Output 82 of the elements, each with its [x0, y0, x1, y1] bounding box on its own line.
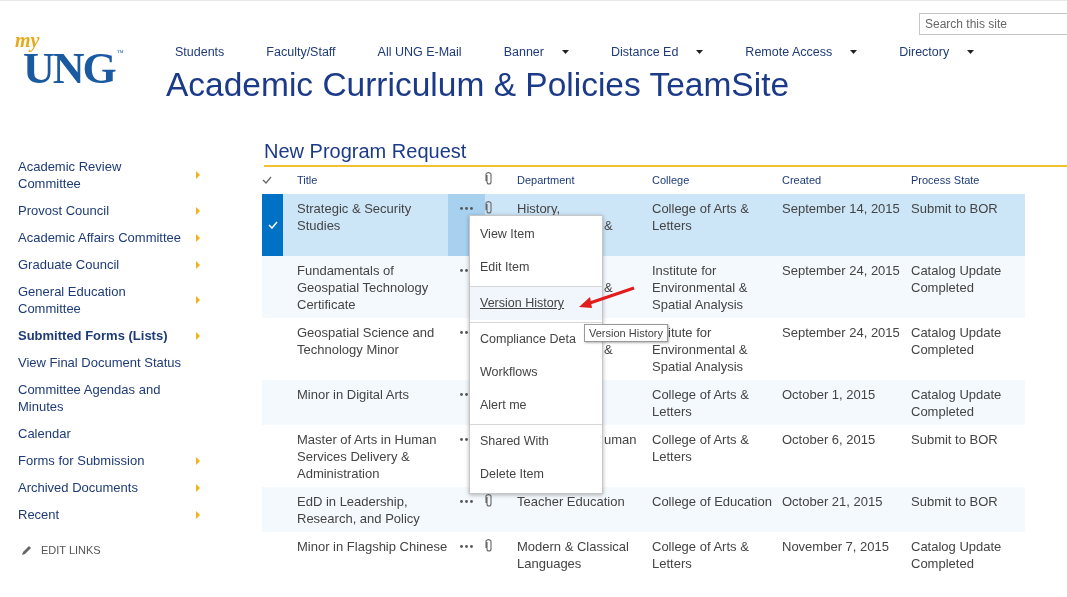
table-cell: Fundamentals of Geospatial Technology Certificate [297, 263, 429, 312]
search-field[interactable]: Search this site [919, 13, 1067, 35]
sidebar-link[interactable]: Forms for Submission [18, 452, 183, 469]
table-cell: October 6, 2015 [782, 432, 876, 447]
table-cell: Minor in Flagship Chinese [297, 539, 448, 554]
table-cell: College of Education [652, 494, 772, 509]
menu-item[interactable]: Alert me [470, 389, 602, 422]
table-row[interactable]: EdD in Leadership, Research, and Policy Teacher Education College of Education October 21, 2015 Submit to BOR [262, 487, 1025, 532]
table-cell: October 21, 2015 [782, 494, 883, 509]
check-icon[interactable] [262, 176, 272, 184]
table-cell: September 14, 2015 [782, 201, 900, 216]
sidebar-link[interactable]: Recent [18, 506, 183, 523]
table-cell: Catalog Update Completed [911, 539, 1002, 571]
table-cell: September 24, 2015 [782, 263, 900, 278]
pencil-icon[interactable] [21, 544, 33, 556]
column-header[interactable]: Title [297, 174, 318, 186]
table-cell: Catalog Update Completed [911, 387, 1002, 419]
caret-icon[interactable] [561, 50, 569, 54]
sidebar-link[interactable]: Archived Documents [18, 479, 183, 496]
column-header[interactable]: College [652, 174, 690, 186]
table-cell: October 1, 2015 [782, 387, 876, 402]
nav-link[interactable]: Banner [503, 45, 544, 59]
table-cell: itute for [668, 325, 712, 340]
sidebar-link[interactable]: Academic Affairs Committee [18, 229, 183, 246]
nav-link[interactable]: Faculty/Staff [266, 45, 336, 59]
table-cell: & [604, 279, 613, 296]
table-cell-text: Modern & Classical Languages [517, 538, 630, 572]
edit-links-link[interactable]: EDIT LINKS [41, 544, 101, 556]
row-checkbox[interactable] [262, 194, 283, 256]
sidebar-link[interactable]: Graduate Council [18, 256, 183, 273]
tooltip: Version History [584, 324, 668, 342]
nav-link[interactable]: All UNG E-Mail [377, 45, 462, 59]
caret-icon[interactable] [696, 50, 704, 54]
table-cell: uman [604, 431, 637, 448]
sidebar-link[interactable]: View Final Document Status [18, 354, 183, 371]
more-options-icon[interactable] [460, 545, 473, 548]
table-cell: November 7, 2015 [782, 539, 889, 554]
table-cell: Teacher Education [517, 493, 625, 510]
table-cell: College of Arts & Letters [652, 539, 749, 571]
menu-item[interactable]: Shared With [470, 424, 602, 458]
nav-link[interactable]: Remote Access [745, 45, 833, 59]
table-cell: EdD in Leadership, Research, and Policy [297, 494, 420, 526]
sidebar-link[interactable]: Provost Council [18, 202, 183, 219]
column-header[interactable]: Created [782, 174, 822, 186]
sidebar-link[interactable]: Academic Review Committee [18, 158, 183, 192]
table-cell: Minor in Digital Arts [297, 387, 409, 402]
column-header[interactable]: Process State [911, 174, 980, 186]
table-cell: College of Arts & Letters [652, 387, 749, 419]
nav-link[interactable]: Directory [899, 45, 950, 59]
sidebar-link[interactable]: Submitted Forms (Lists) [18, 327, 183, 344]
paperclip-icon [485, 171, 493, 185]
table-cell: Catalog Update Completed [911, 325, 1002, 357]
list-title: New Program Request [264, 139, 1067, 167]
caret-icon[interactable] [850, 50, 858, 54]
nav-link[interactable]: Distance Ed [610, 45, 679, 59]
table-cell: September 24, 2015 [782, 325, 900, 340]
table-cell: College of Arts & Letters [652, 201, 749, 233]
table-cell: College of Arts & Letters [652, 432, 749, 464]
table-cell: History, [517, 200, 561, 217]
menu-item[interactable]: View Item [470, 218, 602, 251]
more-options-icon[interactable] [460, 500, 473, 503]
more-options-icon[interactable] [460, 207, 473, 210]
nav-link[interactable]: Students [175, 45, 225, 59]
table-cell: Submit to BOR [911, 432, 998, 447]
sidebar-link[interactable]: Committee Agendas and Minutes [18, 381, 183, 415]
caret-icon[interactable] [967, 50, 975, 54]
table-cell: & [604, 217, 613, 234]
table-cell: Institute for Environmental & Spatial Analysis [652, 263, 748, 312]
sidebar-link[interactable]: General Education Committee [18, 283, 183, 317]
table-cell: Environmental & Spatial Analysis [652, 342, 748, 374]
sidebar-link[interactable]: Calendar [18, 425, 183, 442]
table-cell: Catalog Update Completed [911, 263, 1002, 295]
check-icon [267, 221, 278, 229]
column-header[interactable]: Department [517, 174, 575, 186]
table-cell: Master of Arts in Human Services Delivery & Administration [297, 432, 437, 481]
table-cell: Submit to BOR [911, 494, 998, 509]
table-cell: Strategic & Security Studies [297, 201, 412, 233]
table-cell: Geospatial Science and Technology Minor [297, 325, 435, 357]
table-cell: Submit to BOR [911, 201, 998, 216]
site-title: Academic Curriculum & Policies TeamSite [166, 65, 791, 105]
menu-item[interactable]: Version History [470, 286, 602, 320]
table-cell: & [604, 341, 613, 358]
